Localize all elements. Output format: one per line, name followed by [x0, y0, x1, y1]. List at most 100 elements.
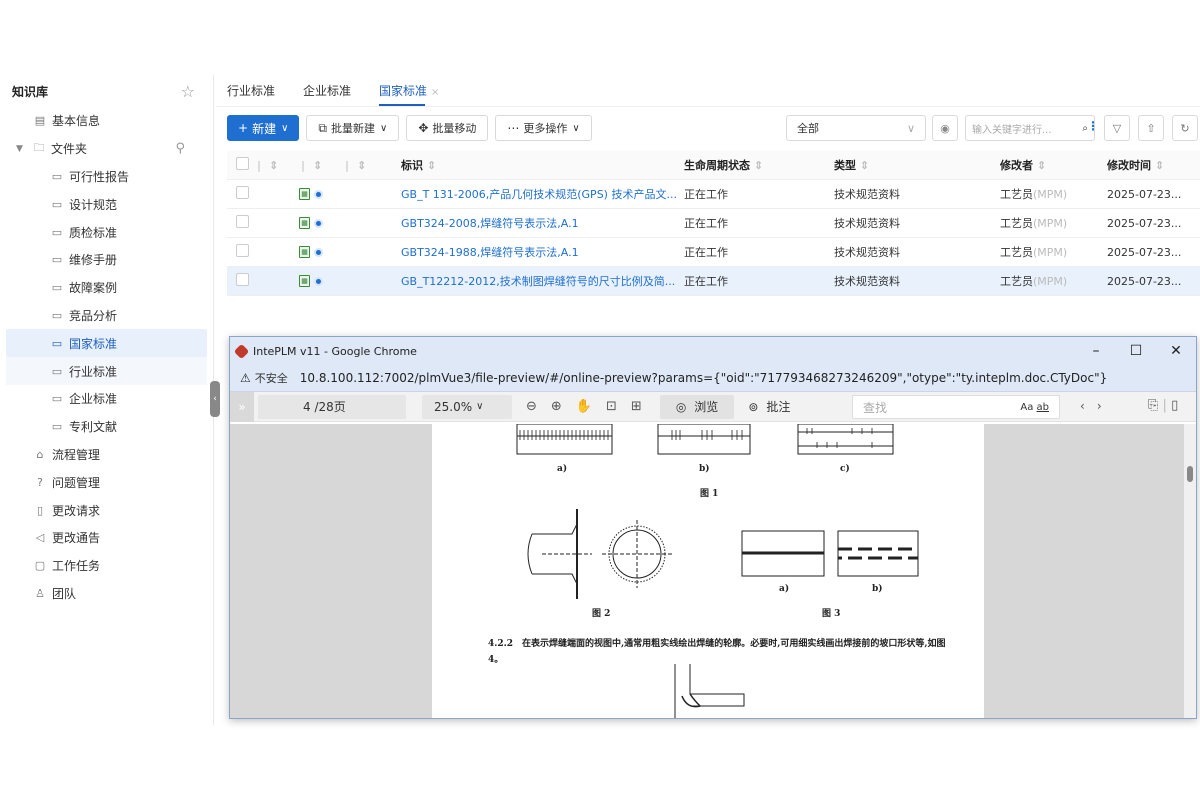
row-id-link[interactable]: GBT324-1988,焊缝符号表示法,A.1 [395, 244, 678, 260]
header-id[interactable]: 标识 ⇕ [395, 157, 678, 173]
url-text[interactable]: 10.8.100.112:7002/plmVue3/file-preview/#… [300, 371, 1107, 385]
page-indicator[interactable]: 4 /28页 [258, 394, 406, 419]
sidebar-item-change-notice[interactable]: ◁ 更改通告 [0, 524, 213, 552]
refresh-icon[interactable]: ↻ [1172, 115, 1198, 141]
address-bar[interactable]: ⚠ 不安全 10.8.100.112:7002/plmVue3/file-pre… [230, 365, 1196, 392]
sidebar-collapse-handle[interactable]: ‹ [210, 381, 220, 417]
sidebar-item-label: 基本信息 [52, 114, 101, 129]
batch-move-button[interactable]: ✥ 批量移动 [406, 115, 489, 141]
sidebar-item-team[interactable]: ♙ 团队 [0, 580, 213, 608]
zoom-select[interactable]: 25.0% ∨ [422, 394, 512, 419]
window-title-bar[interactable]: IntePLM v11 - Google Chrome – ☐ ✕ [230, 337, 1196, 365]
eye-icon[interactable]: ◉ [932, 115, 958, 141]
row-lifecycle: 正在工作 [684, 275, 728, 288]
table-row[interactable]: ▦ GB_T 131-2006,产品几何技术规范(GPS) 技术产品文... 正… [227, 180, 1200, 209]
find-input[interactable]: 查找 Aa ab [852, 395, 1060, 419]
tab-enterprise-std[interactable]: 企业标准 [303, 82, 351, 104]
download-icon[interactable]: ⎘ | ▯ [1148, 398, 1178, 413]
close-icon[interactable]: × [431, 87, 439, 98]
document-icon: ▦ [299, 188, 310, 200]
row-checkbox[interactable] [236, 215, 249, 228]
hand-icon[interactable]: ✋ [576, 399, 592, 414]
sidebar-item-competitor[interactable]: ▭ 竞品分析 [0, 302, 213, 330]
sidebar-item-national-std[interactable]: ▭ 国家标准 [6, 329, 207, 358]
annotate-mode-button[interactable]: ⊚ 批注 [748, 398, 790, 415]
header-label: 修改者 [1000, 159, 1033, 172]
fig1-a-shape [516, 424, 613, 455]
select-all-checkbox[interactable] [236, 157, 249, 170]
sidebar-item-process[interactable]: ⌂ 流程管理 [0, 441, 213, 469]
chevron-down-icon: ∨ [476, 401, 484, 412]
sidebar-item-fault-cases[interactable]: ▭ 故障案例 [0, 274, 213, 302]
sidebar-item-label: 工作任务 [52, 559, 101, 574]
sidebar-item-maintenance[interactable]: ▭ 维修手册 [0, 246, 213, 274]
match-case-toggle[interactable]: Aa ab [1020, 402, 1049, 413]
sidebar-item-label: 专利文献 [69, 420, 118, 435]
filter-icon[interactable]: ▽ [1104, 115, 1130, 141]
row-id-link[interactable]: GB_T12212-2012,技术制图焊缝符号的尺寸比例及简... [395, 273, 678, 289]
search-icon[interactable]: ⚲ [175, 141, 185, 156]
row-modifier: 工艺员(MPM) [994, 273, 1101, 289]
sidebar-item-design-spec[interactable]: ▭ 设计规范 [0, 190, 213, 218]
header-type[interactable]: 类型 ⇕ [828, 157, 994, 173]
close-icon[interactable]: ✕ [1156, 343, 1196, 359]
chevron-right-icon[interactable]: › [1097, 399, 1114, 413]
chevron-down-icon[interactable]: ▼ [16, 144, 26, 154]
new-button[interactable]: + 新建 ∨ [227, 115, 300, 141]
zoom-in-icon[interactable]: ⊕ [551, 399, 562, 414]
sort-icon[interactable]: | ⇕ [257, 159, 301, 172]
sort-icon[interactable]: | ⇕ [345, 159, 395, 172]
batch-new-button[interactable]: ⧉ 批量新建 ∨ [306, 115, 400, 141]
row-checkbox[interactable] [236, 273, 249, 286]
status-dot-icon [314, 276, 323, 286]
more-vertical-icon[interactable]: ⋮ [1087, 119, 1099, 133]
row-checkbox[interactable] [236, 186, 249, 199]
sidebar-item-enterprise-std[interactable]: ▭ 企业标准 [0, 385, 213, 413]
tab-national-std[interactable]: 国家标准 × [379, 82, 439, 106]
table-row[interactable]: ▦ GB_T12212-2012,技术制图焊缝符号的尺寸比例及简... 正在工作… [227, 267, 1200, 296]
browse-mode-button[interactable]: ◎ 浏览 [659, 394, 735, 419]
minimize-icon[interactable]: – [1076, 343, 1116, 359]
row-lifecycle: 正在工作 [684, 217, 728, 230]
sort-icon[interactable]: | ⇕ [301, 159, 345, 172]
star-icon[interactable]: ☆ [181, 82, 195, 101]
tab-industry-std[interactable]: 行业标准 [227, 82, 275, 104]
preview-viewport[interactable]: a) b) c) 图 1 a) b) 图 2 图 3 4.2.2 在表示焊缝端面… [230, 424, 1196, 718]
maximize-icon[interactable]: ☐ [1116, 343, 1156, 359]
chevron-left-icon[interactable]: ‹ [1080, 399, 1097, 413]
plus-icon: + [238, 121, 249, 135]
sidebar-item-patents[interactable]: ▭ 专利文献 [0, 413, 213, 441]
layout-icon[interactable]: ⊞ [631, 399, 642, 414]
row-id-link[interactable]: GBT324-2008,焊缝符号表示法,A.1 [395, 215, 678, 231]
folder-icon: 🗀 [33, 141, 45, 155]
header-modified-time[interactable]: 修改时间 ⇕ [1101, 157, 1196, 173]
sidebar-item-issues[interactable]: ? 问题管理 [0, 468, 213, 496]
sidebar-item-folder[interactable]: ▼ 🗀 文件夹 ⚲ [0, 135, 213, 163]
sidebar-item-industry-std[interactable]: ▭ 行业标准 [6, 357, 207, 385]
status-filter-select[interactable]: 全部 ∨ [786, 115, 926, 141]
sidebar-title: 知识库 [12, 84, 49, 99]
header-modifier[interactable]: 修改者 ⇕ [994, 157, 1101, 173]
vertical-scrollbar[interactable] [1184, 424, 1196, 718]
expand-sidebar-icon[interactable]: » [230, 391, 254, 422]
modifier-code: (MPM) [1033, 275, 1068, 288]
sidebar-item-feasibility[interactable]: ▭ 可行性报告 [0, 163, 213, 191]
header-lifecycle[interactable]: 生命周期状态 ⇕ [678, 157, 828, 173]
export-icon[interactable]: ⇧ [1138, 115, 1164, 141]
table-row[interactable]: ▦ GBT324-1988,焊缝符号表示法,A.1 正在工作 技术规范资料 工艺… [227, 238, 1200, 267]
more-actions-button[interactable]: ⋯ 更多操作 ∨ [495, 115, 592, 141]
fit-page-icon[interactable]: ⊡ [606, 399, 617, 414]
table-row[interactable]: ▦ GBT324-2008,焊缝符号表示法,A.1 正在工作 技术规范资料 工艺… [227, 209, 1200, 238]
search-input[interactable]: 输入关键字进行... ⌕ [965, 115, 1095, 141]
scrollbar-thumb[interactable] [1187, 466, 1193, 482]
zoom-out-icon[interactable]: ⊖ [526, 399, 537, 414]
sidebar-item-change-request[interactable]: ▯ 更改请求 [0, 496, 213, 524]
row-id-link[interactable]: GB_T 131-2006,产品几何技术规范(GPS) 技术产品文... [395, 186, 678, 202]
header-label: 标识 [401, 159, 423, 172]
sidebar-item-basic-info[interactable]: ▤ 基本信息 [0, 107, 213, 135]
prev-next-nav[interactable]: ‹› [1080, 399, 1114, 413]
row-checkbox[interactable] [236, 244, 249, 257]
sidebar-item-tasks[interactable]: ▢ 工作任务 [0, 552, 213, 580]
sidebar-item-qc-standard[interactable]: ▭ 质检标准 [0, 218, 213, 246]
folder-icon: ▭ [51, 336, 63, 350]
